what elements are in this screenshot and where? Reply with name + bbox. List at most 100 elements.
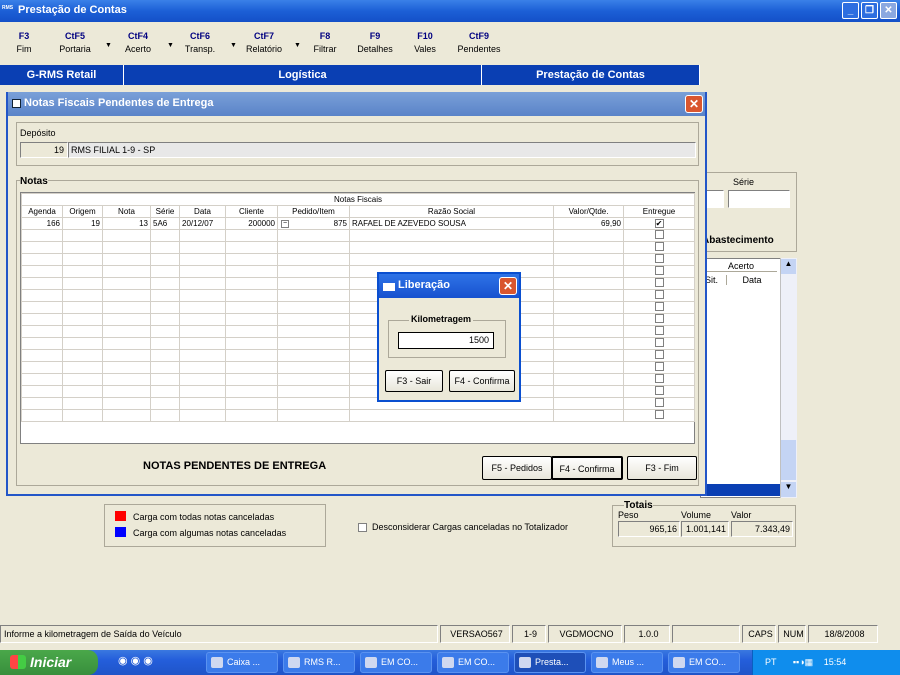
confirma-button[interactable]: F4 - Confirma <box>551 456 623 480</box>
entregue-checkbox[interactable] <box>654 314 664 323</box>
column-header[interactable]: Data <box>179 205 226 218</box>
entregue-checkbox[interactable] <box>654 290 664 299</box>
dropdown-arrow-icon[interactable]: ▼ <box>167 42 174 49</box>
desconsiderar-checkbox[interactable] <box>358 523 367 532</box>
liberacao-confirma-button[interactable]: F4 - Confirma <box>449 370 515 392</box>
toolbar-transp[interactable]: CtF6 Transp. <box>180 30 220 56</box>
column-header[interactable]: Origem <box>62 205 103 218</box>
table-row[interactable] <box>21 373 696 386</box>
entregue-checkbox[interactable] <box>654 350 664 359</box>
toolbar-acerto[interactable]: CtF4 Acerto <box>118 30 158 56</box>
table-row[interactable] <box>21 289 696 302</box>
entregue-checkbox[interactable]: ✔ <box>654 219 664 228</box>
fim-button[interactable]: F3 - Fim <box>627 456 697 480</box>
column-header[interactable]: Cliente <box>225 205 278 218</box>
toolbar-fim[interactable]: F3 Fim <box>14 30 34 56</box>
scroll-up-icon[interactable]: ▲ <box>781 259 796 274</box>
notas-grid[interactable]: Notas Fiscais Agenda Origem Nota Série Data C… <box>20 192 696 444</box>
serie-input[interactable] <box>728 190 790 208</box>
entregue-checkbox[interactable] <box>654 338 664 347</box>
entregue-checkbox[interactable] <box>654 254 664 263</box>
entregue-checkbox[interactable] <box>654 242 664 251</box>
empty-cell <box>553 229 624 242</box>
empty-cell <box>277 349 350 362</box>
column-header[interactable]: Entregue <box>622 205 696 218</box>
toolbar-relatorio[interactable]: CtF7 Relatório <box>242 30 286 56</box>
toolbar-filtrar[interactable]: F8 Filtrar <box>308 30 342 56</box>
dialog-titlebar: Notas Fiscais Pendentes de Entrega <box>8 92 705 116</box>
table-row[interactable] <box>21 229 696 242</box>
entregue-checkbox[interactable] <box>654 326 664 335</box>
entregue-checkbox[interactable] <box>654 302 664 311</box>
quicklaunch-icons[interactable]: ◉ ◉ ◉ <box>118 654 153 667</box>
task-prestacao[interactable]: Presta... <box>514 652 586 673</box>
pedidos-button[interactable]: F5 - Pedidos <box>482 456 552 480</box>
empty-cell <box>102 349 151 362</box>
close-button[interactable]: ✕ <box>880 2 897 19</box>
table-row[interactable] <box>21 313 696 326</box>
toolbar-pendentes[interactable]: CtF9 Pendentes <box>450 30 508 56</box>
task-rms[interactable]: RMS R... <box>283 652 355 673</box>
minimize-button[interactable]: _ <box>842 2 859 19</box>
entregue-checkbox[interactable] <box>654 410 664 419</box>
entregue-checkbox[interactable] <box>654 278 664 287</box>
table-row[interactable] <box>21 301 696 314</box>
task-word-3[interactable]: EM CO... <box>668 652 740 673</box>
empty-cell <box>225 349 278 362</box>
data-cell: 20/12/07 <box>179 217 226 230</box>
table-row[interactable]: 166 19 13 5A6 20/12/07 200000 − 875 RAFAE… <box>21 217 696 230</box>
table-row[interactable] <box>21 337 696 350</box>
task-label: Caixa ... <box>227 657 261 667</box>
entregue-checkbox[interactable] <box>654 374 664 383</box>
column-header[interactable]: Nota <box>102 205 151 218</box>
liberacao-close-icon[interactable]: ✕ <box>499 277 517 295</box>
task-meus[interactable]: Meus ... <box>591 652 663 673</box>
dropdown-arrow-icon[interactable]: ▼ <box>105 42 112 49</box>
scroll-thumb[interactable] <box>781 440 796 480</box>
dropdown-arrow-icon[interactable]: ▼ <box>294 42 301 49</box>
sair-button[interactable]: F3 - Sair <box>385 370 443 392</box>
table-row[interactable] <box>21 241 696 254</box>
empty-cell <box>102 361 151 374</box>
table-row[interactable] <box>21 253 696 266</box>
entregue-checkbox[interactable] <box>654 266 664 275</box>
dialog-close-icon[interactable]: ✕ <box>685 95 703 113</box>
column-header[interactable]: Série <box>150 205 180 218</box>
status-num: NUM <box>778 625 806 643</box>
collapse-icon[interactable]: − <box>281 220 289 228</box>
empty-cell <box>62 289 103 302</box>
toolbar-portaria[interactable]: CtF5 Portaria <box>55 30 95 56</box>
toolbar-detalhes[interactable]: F9 Detalhes <box>354 30 396 56</box>
tray-icons[interactable]: ▪▪◑▦ <box>793 657 813 667</box>
empty-cell <box>150 313 180 326</box>
window-icon <box>383 283 395 291</box>
scroll-down-icon[interactable]: ▼ <box>781 482 796 497</box>
table-row[interactable] <box>21 325 696 338</box>
table-row[interactable] <box>21 361 696 374</box>
legend-some-canceled: Carga com algumas notas canceladas <box>133 528 287 538</box>
table-row[interactable] <box>21 349 696 362</box>
maximize-button[interactable]: ❐ <box>861 2 878 19</box>
task-word-2[interactable]: EM CO... <box>437 652 509 673</box>
column-header[interactable]: Agenda <box>21 205 63 218</box>
table-row[interactable] <box>21 277 696 290</box>
table-row[interactable] <box>21 385 696 398</box>
selected-row[interactable] <box>700 484 780 496</box>
task-word-1[interactable]: EM CO... <box>360 652 432 673</box>
key-label: F8 <box>319 31 331 41</box>
column-header[interactable]: Valor/Qtde. <box>553 205 624 218</box>
entregue-checkbox[interactable] <box>654 362 664 371</box>
entregue-checkbox[interactable] <box>654 230 664 239</box>
column-header[interactable]: Pedido/Item <box>277 205 350 218</box>
table-row[interactable] <box>21 265 696 278</box>
toolbar-vales[interactable]: F10 Vales <box>410 30 440 56</box>
table-row[interactable] <box>21 409 696 422</box>
table-row[interactable] <box>21 397 696 410</box>
language-indicator[interactable]: PT <box>765 657 776 667</box>
entregue-checkbox[interactable] <box>654 398 664 407</box>
dropdown-arrow-icon[interactable]: ▼ <box>230 42 237 49</box>
kilometragem-input[interactable]: 1500 <box>398 332 494 349</box>
entregue-checkbox[interactable] <box>654 386 664 395</box>
task-caixa[interactable]: Caixa ... <box>206 652 278 673</box>
column-header[interactable]: Razão Social <box>349 205 554 218</box>
